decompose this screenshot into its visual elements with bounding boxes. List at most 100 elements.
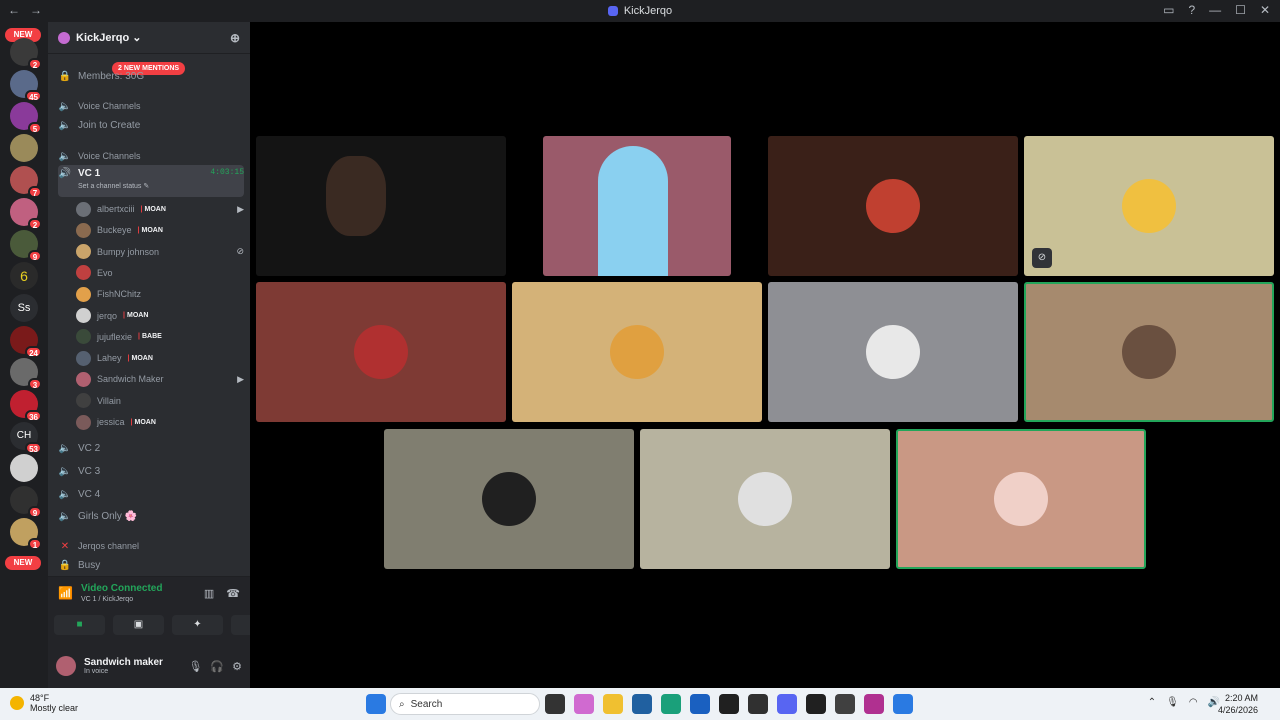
avatar[interactable]: [76, 371, 91, 387]
server-header[interactable]: KickJerqo ⌄ ⊕: [48, 22, 250, 54]
microphone-icon[interactable]: 🎙: [188, 660, 202, 673]
avatar[interactable]: [76, 350, 91, 366]
server-icon[interactable]: 2: [10, 38, 42, 70]
video-tile[interactable]: ⊘: [1024, 136, 1274, 276]
copilot-icon[interactable]: [574, 694, 594, 714]
wifi-icon[interactable]: ◠: [1189, 697, 1198, 708]
chevron-up-icon[interactable]: ⌃: [1148, 697, 1156, 708]
app-icon[interactable]: [864, 694, 884, 714]
signal-icon[interactable]: 📶: [58, 586, 73, 600]
category-voice[interactable]: 🔈 Voice Channels: [58, 146, 244, 166]
clock[interactable]: 2:20 AM 4/26/2026: [1218, 692, 1258, 716]
voice-member[interactable]: jerqo | MOAN: [76, 306, 244, 326]
voice-member[interactable]: jessica | MOAN: [76, 412, 244, 432]
alien-icon[interactable]: [719, 694, 739, 714]
video-tile[interactable]: [384, 429, 634, 569]
help-icon[interactable]: ?: [1188, 3, 1195, 17]
search-box[interactable]: ⌕ Search: [390, 693, 540, 715]
server-icon[interactable]: 2: [10, 198, 42, 230]
avatar[interactable]: [76, 393, 91, 409]
avatar[interactable]: [76, 201, 91, 217]
user-panel[interactable]: Sandwich maker In voice 🎙 🎧 ⚙: [56, 651, 242, 681]
server-icon[interactable]: 7: [10, 166, 42, 198]
noise-suppression-icon[interactable]: ▥: [204, 587, 214, 600]
server-icon[interactable]: 45: [10, 70, 42, 102]
store-icon[interactable]: [632, 694, 652, 714]
voice-member[interactable]: albertxciii | MOAN ▶: [76, 199, 244, 219]
server-icon[interactable]: 9: [10, 486, 42, 518]
app-icon[interactable]: [690, 694, 710, 714]
avatar[interactable]: [76, 286, 91, 302]
discord-icon[interactable]: [777, 694, 797, 714]
file-explorer-icon[interactable]: [603, 694, 623, 714]
channel-girls-only[interactable]: 🔈 Girls Only 🌸: [58, 506, 244, 526]
video-tile[interactable]: [768, 282, 1018, 422]
server-icon[interactable]: 9: [10, 230, 42, 262]
screen-share-button[interactable]: ▣: [113, 615, 164, 635]
video-tile[interactable]: [896, 429, 1146, 569]
voice-member[interactable]: Buckeye | MOAN: [76, 220, 244, 240]
voice-member[interactable]: Lahey | MOAN: [76, 348, 244, 368]
microphone-icon[interactable]: 🎙: [1166, 697, 1179, 708]
video-tile[interactable]: [512, 282, 762, 422]
invite-icon[interactable]: ⊕: [230, 31, 240, 45]
avatar[interactable]: [76, 265, 91, 281]
server-icon[interactable]: 5: [10, 102, 42, 134]
server-icon[interactable]: 1: [10, 518, 42, 550]
channel-join-to-create[interactable]: 🔈 Join to Create: [58, 115, 244, 135]
voice-member[interactable]: FishNChitz: [76, 284, 244, 304]
category-jerqos[interactable]: ✕ Jerqos channel: [58, 536, 244, 556]
members-channel[interactable]: 🔒 Members: 30G: [58, 66, 244, 86]
channel-status[interactable]: Set a channel status ✎: [78, 182, 149, 190]
channel-vc3[interactable]: 🔈 VC 3: [58, 461, 244, 481]
video-tile[interactable]: [768, 136, 1018, 276]
avatar[interactable]: [76, 244, 91, 260]
headphones-icon[interactable]: 🎧: [210, 660, 224, 673]
avatar[interactable]: [76, 222, 91, 238]
server-icon[interactable]: [10, 134, 38, 162]
leo-icon[interactable]: [748, 694, 768, 714]
video-tile[interactable]: [256, 136, 506, 276]
voice-member[interactable]: Villain: [76, 391, 244, 411]
video-tile[interactable]: [543, 136, 731, 276]
task-view-icon[interactable]: [545, 694, 565, 714]
video-tile[interactable]: [256, 282, 506, 422]
voice-member[interactable]: Bumpy johnson ⊘: [76, 242, 244, 262]
weather-widget[interactable]: 48°F Mostly clear: [10, 693, 78, 713]
avatar[interactable]: [56, 656, 76, 676]
avatar[interactable]: [76, 329, 91, 345]
server-icon[interactable]: [10, 454, 38, 482]
start-icon[interactable]: [366, 694, 386, 714]
server-icon[interactable]: 6: [10, 262, 38, 290]
voice-location[interactable]: VC 1 / KickJerqo: [81, 596, 163, 603]
server-icon[interactable]: Ss: [10, 294, 38, 322]
inbox-icon[interactable]: ▭: [1163, 3, 1174, 17]
channel-busy[interactable]: 🔒 Busy: [58, 555, 244, 575]
edge-icon[interactable]: [661, 694, 681, 714]
voice-member[interactable]: Sandwich Maker ▶: [76, 369, 244, 389]
obs-icon[interactable]: [835, 694, 855, 714]
avatar[interactable]: [76, 308, 91, 323]
minimize-button[interactable]: —: [1209, 3, 1221, 17]
server-icon[interactable]: 24: [10, 326, 42, 358]
disconnect-icon[interactable]: ☎: [226, 587, 240, 600]
app-icon[interactable]: [893, 694, 913, 714]
voice-member[interactable]: jujuflexie | BABE: [76, 327, 244, 347]
gear-icon[interactable]: ⚙: [232, 660, 242, 673]
avatar[interactable]: [76, 414, 91, 430]
server-icon[interactable]: CH 53: [10, 422, 42, 454]
camera-button[interactable]: ■: [54, 615, 105, 635]
video-tile[interactable]: [1024, 282, 1274, 422]
activities-button[interactable]: ✦: [172, 615, 223, 635]
channel-vc1[interactable]: 🔊 VC 1 Set a channel status ✎ 4:03:15: [58, 165, 244, 197]
video-tile[interactable]: [640, 429, 890, 569]
close-button[interactable]: ✕: [1260, 3, 1270, 17]
maximize-button[interactable]: ☐: [1235, 3, 1246, 17]
server-icon[interactable]: 36: [10, 390, 42, 422]
server-icon[interactable]: 3: [10, 358, 42, 390]
app-icon[interactable]: [806, 694, 826, 714]
channel-vc4[interactable]: 🔈 VC 4: [58, 484, 244, 504]
voice-member[interactable]: Evo: [76, 263, 244, 283]
channel-vc2[interactable]: 🔈 VC 2: [58, 438, 244, 458]
category-voice[interactable]: 🔈 Voice Channels: [58, 96, 244, 116]
